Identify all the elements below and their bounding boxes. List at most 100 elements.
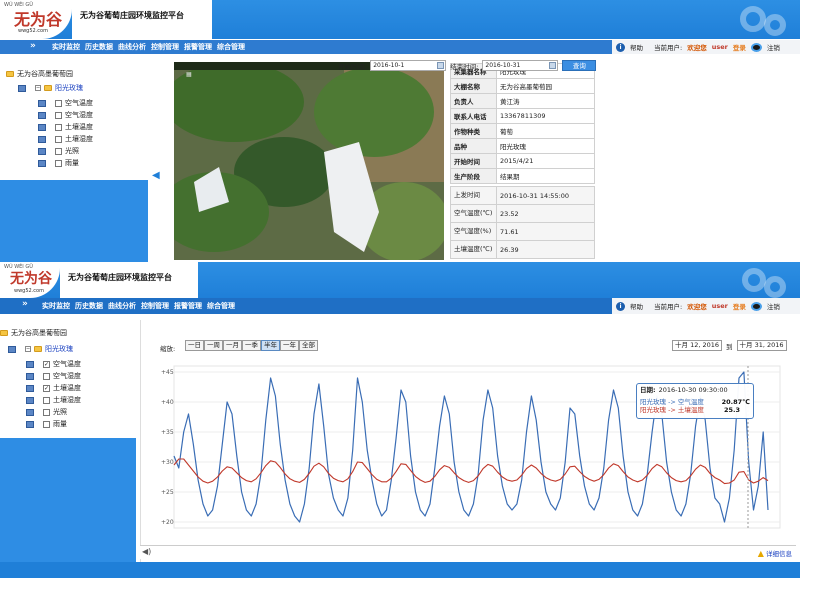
tree-item[interactable]: 空气湿度 [26, 371, 81, 381]
help-icon[interactable]: i [616, 301, 625, 311]
zoom-1y-button[interactable]: 一年 [280, 340, 299, 351]
tree-item[interactable]: 土壤湿度 [26, 395, 81, 405]
sensor-grid-icon [26, 408, 34, 416]
sensor-label: 土壤温度 [53, 384, 81, 392]
tree-node-label[interactable]: 阳光玫瑰 [45, 344, 73, 354]
camera-image: ▦ [174, 62, 444, 260]
tree-item[interactable]: 空气温度 [38, 98, 93, 108]
help-icon[interactable]: i [616, 42, 625, 52]
zoom-buttons: 一日 一周 一月 一季 半年 一年 全部 [185, 340, 318, 351]
nav-item-realtime[interactable]: 实时监控 [52, 42, 80, 52]
collapse-sidebar-icon[interactable]: ◀ [152, 170, 160, 181]
tree-node-label[interactable]: 阳光玫瑰 [55, 83, 83, 93]
nav-item-alarm[interactable]: 报警管理 [184, 42, 212, 52]
nav-item-general[interactable]: 综合管理 [217, 42, 245, 52]
nav-item-control[interactable]: 控制管理 [141, 301, 169, 311]
collector-info-table: 采集器名称 阳光玫瑰 大棚名称 无为谷高墨葡萄园 负责人 黄江涛 联系人电话 13367… [450, 63, 595, 184]
logout-icon[interactable] [750, 301, 762, 311]
collapse-icon[interactable]: − [25, 346, 31, 352]
nav-item-realtime[interactable]: 实时监控 [42, 301, 70, 311]
detail-link[interactable]: ▲ 详细信息 [758, 548, 792, 558]
table-row: 负责人 黄江涛 [450, 93, 595, 109]
sensor-checkbox[interactable] [55, 135, 62, 143]
tree-item[interactable]: 空气湿度 [38, 110, 93, 120]
sensor-checkbox[interactable] [55, 123, 62, 131]
nav-item-history[interactable]: 历史数据 [75, 301, 103, 311]
query-button[interactable]: 查询 [562, 60, 597, 71]
tree-item[interactable]: 雨量 [38, 158, 79, 168]
nav-item-history[interactable]: 历史数据 [85, 42, 113, 52]
end-date-input[interactable]: 2016-10-31 [482, 60, 559, 71]
sensor-checkbox[interactable] [55, 159, 62, 167]
login-link[interactable]: 登录 [733, 301, 746, 311]
sensor-checkbox[interactable] [55, 99, 62, 107]
tooltip-row-air: 阳光玫瑰 -> 空气温度 20.87℃ [640, 398, 750, 406]
zoom-1m-button[interactable]: 一月 [223, 340, 242, 351]
calendar-icon[interactable] [437, 62, 445, 69]
speaker-icon[interactable]: ◀) [142, 547, 151, 556]
zoom-1w-button[interactable]: 一周 [204, 340, 223, 351]
nav-item-curve[interactable]: 曲线分析 [118, 42, 146, 52]
tooltip-date-value: 2016-10-30 09:30:00 [658, 386, 728, 394]
logo: WÚ WÉI GǓ 无为谷 wwg52.com [0, 262, 60, 298]
tree-root[interactable]: 无为谷高墨葡萄园 [6, 69, 73, 79]
sensor-checkbox[interactable] [43, 372, 50, 380]
tree-item[interactable]: 土壤温度 [26, 383, 81, 393]
range-from-input[interactable]: 十月 12, 2016 [672, 340, 723, 351]
sensor-key: 空气温度(℃) [450, 204, 497, 223]
sensor-key: 土壤温度(℃) [450, 240, 497, 259]
tree-item[interactable]: 空气温度 [26, 359, 81, 369]
collapse-icon[interactable]: − [35, 85, 41, 91]
nav-bar: » 实时监控 历史数据 曲线分析 控制管理 报警管理 综合管理 i 帮助 当前用… [0, 298, 800, 314]
sensor-checkbox[interactable] [43, 384, 50, 392]
device-grid-icon [18, 84, 26, 92]
help-link[interactable]: 帮助 [630, 301, 643, 311]
range-to-input[interactable]: 十月 31, 2016 [736, 340, 787, 351]
nav-item-curve[interactable]: 曲线分析 [108, 301, 136, 311]
info-value: 13367811309 [496, 108, 595, 124]
zoom-6m-button[interactable]: 半年 [261, 340, 280, 351]
login-link[interactable]: 登录 [733, 42, 746, 52]
logout-link[interactable]: 注销 [767, 42, 780, 52]
tooltip-series-value: 20.87℃ [721, 398, 750, 406]
table-row: 联系人电话 13367811309 [450, 108, 595, 124]
tree-item[interactable]: 土壤温度 [38, 122, 93, 132]
sensor-checkbox[interactable] [43, 396, 50, 404]
sensor-checkbox[interactable] [43, 420, 50, 428]
sensor-label: 空气温度 [53, 360, 81, 368]
logout-icon[interactable] [750, 42, 762, 52]
info-value: 无为谷高墨葡萄园 [496, 78, 595, 94]
username: user [711, 43, 728, 51]
y-tick-label: +35 [161, 429, 174, 436]
logout-link[interactable]: 注销 [767, 301, 780, 311]
sensor-checkbox[interactable] [55, 147, 62, 155]
folder-icon [44, 85, 52, 91]
tree-root[interactable]: 无为谷高墨葡萄园 [0, 328, 67, 338]
tree-item[interactable]: 光照 [26, 407, 67, 417]
sensor-value: 2016-10-31 14:55:00 [496, 186, 595, 205]
sensor-checkbox[interactable] [43, 408, 50, 416]
tree-item[interactable]: 光照 [38, 146, 79, 156]
tree-item[interactable]: 雨量 [26, 419, 67, 429]
sensor-grid-icon [26, 372, 34, 380]
calendar-icon[interactable] [549, 62, 557, 69]
nav-item-general[interactable]: 综合管理 [207, 301, 235, 311]
query-bar: 开始时间: 2016-10-1 结束时间: 2016-10-31 查询 [338, 60, 597, 71]
sensor-value: 23.52 [496, 204, 595, 223]
zoom-1d-button[interactable]: 一日 [185, 340, 204, 351]
nav-item-control[interactable]: 控制管理 [151, 42, 179, 52]
tree-node[interactable]: − 阳光玫瑰 [18, 83, 83, 93]
tree-node[interactable]: − 阳光玫瑰 [8, 344, 73, 354]
nav-item-alarm[interactable]: 报警管理 [174, 301, 202, 311]
start-date-input[interactable]: 2016-10-1 [370, 60, 447, 71]
folder-icon [6, 71, 14, 77]
sensor-checkbox[interactable] [43, 360, 50, 368]
zoom-1q-button[interactable]: 一季 [242, 340, 261, 351]
tree-item[interactable]: 土壤湿度 [38, 134, 93, 144]
logo-url: wwg52.com [18, 28, 48, 34]
zoom-all-button[interactable]: 全部 [299, 340, 318, 351]
help-link[interactable]: 帮助 [630, 42, 643, 52]
table-row: 作物种类 葡萄 [450, 123, 595, 139]
sensor-checkbox[interactable] [55, 111, 62, 119]
user-bar: i 帮助 当前用户: 欢迎您 user 登录 注销 [612, 40, 800, 54]
